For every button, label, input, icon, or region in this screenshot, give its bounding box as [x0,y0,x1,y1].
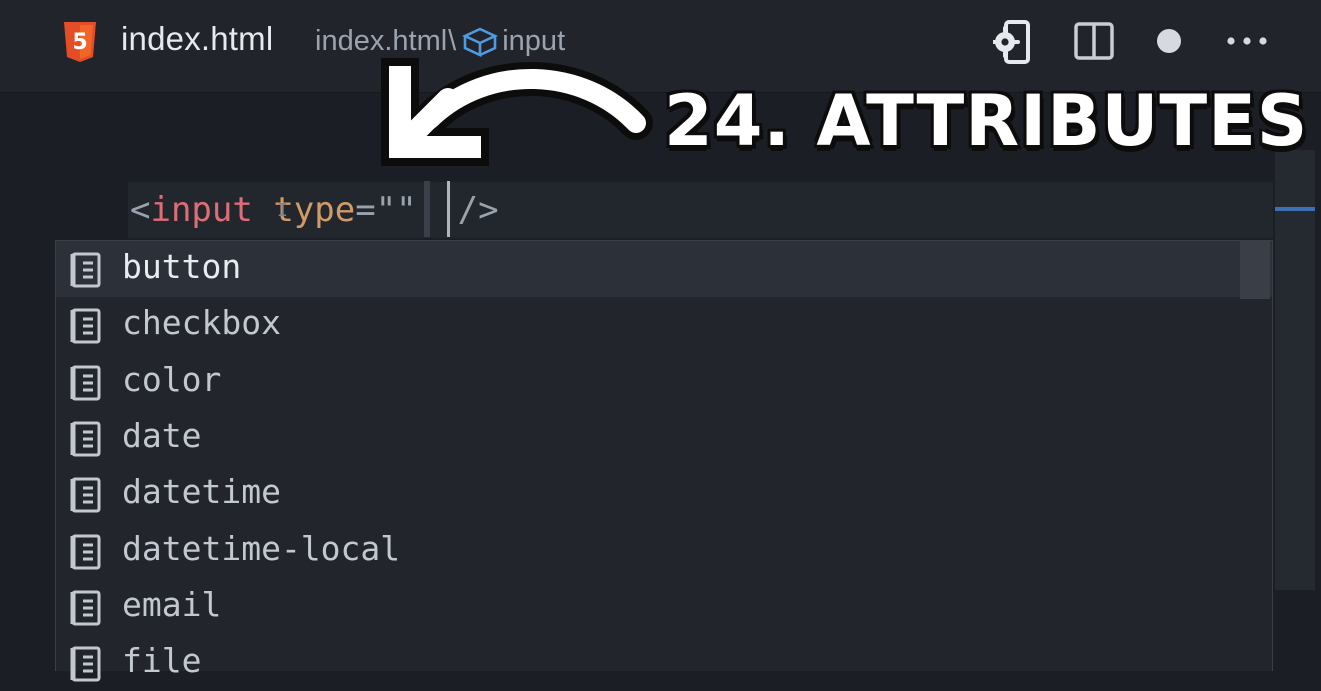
html5-icon: 5 [64,22,96,62]
suggestion-label: date [122,415,202,455]
video-overlay-title: 24. ATTRIBUTES [662,79,1309,164]
split-editor-icon[interactable] [1074,22,1114,60]
suggestion-label: button [122,247,242,286]
suggestion-item[interactable]: file [56,635,1272,691]
suggestion-widget[interactable]: button checkbox color date datetime datetime-… [55,240,1273,682]
tag-self-close: /> [457,190,499,230]
open-preview-settings-icon[interactable] [993,20,1033,64]
suggestion-label: datetime [122,472,281,512]
suggestion-scrollbar-thumb[interactable] [1240,241,1270,299]
tag-name: input [150,190,253,230]
value-enum-icon [70,252,101,288]
value-enum-icon [70,477,101,513]
tab-file-name[interactable]: index.html [121,20,273,58]
svg-text:5: 5 [72,30,87,55]
breadcrumb: index.html \ input [315,25,565,58]
suggestion-item[interactable]: datetime [56,466,1272,522]
tag-open-bracket: < [130,190,151,230]
suggestion-item[interactable]: date [56,410,1272,466]
more-actions-icon[interactable] [1226,36,1268,46]
attribute-value: "" [375,190,417,230]
bracket-match-highlight [424,181,430,237]
scrollbar-cursor-marker [1275,207,1315,211]
suggestion-item[interactable]: email [56,579,1272,635]
breadcrumb-file[interactable]: index.html [315,25,447,58]
breadcrumb-symbol[interactable]: input [502,25,565,58]
code-line[interactable]: <input type="" /> [130,188,499,232]
breadcrumb-separator: \ [448,25,457,57]
suggestion-item[interactable]: button [56,241,1272,297]
symbol-element-icon [462,27,499,57]
value-enum-icon [70,421,101,457]
text-cursor [447,181,450,237]
value-enum-icon [70,590,101,626]
suggestion-label: checkbox [122,303,281,343]
ibeam-pointer-icon: I [277,200,288,221]
suggestion-item[interactable]: datetime-local [56,523,1272,579]
suggestion-label: email [122,584,222,624]
attribute-equals: = [355,190,376,230]
suggestion-label: datetime-local [122,528,401,568]
value-enum-icon [70,534,101,569]
editor-scrollbar[interactable] [1275,150,1315,590]
value-enum-icon [70,308,101,344]
unsaved-dot-icon[interactable] [1156,28,1182,54]
value-enum-icon [70,646,101,682]
suggestion-item[interactable]: checkbox [56,297,1272,353]
suggestion-item[interactable]: color [56,354,1272,410]
suggestion-label: file [122,641,202,681]
value-enum-icon [70,365,101,401]
curved-arrow-overlay-icon [381,58,653,166]
suggestion-label: color [122,359,222,399]
